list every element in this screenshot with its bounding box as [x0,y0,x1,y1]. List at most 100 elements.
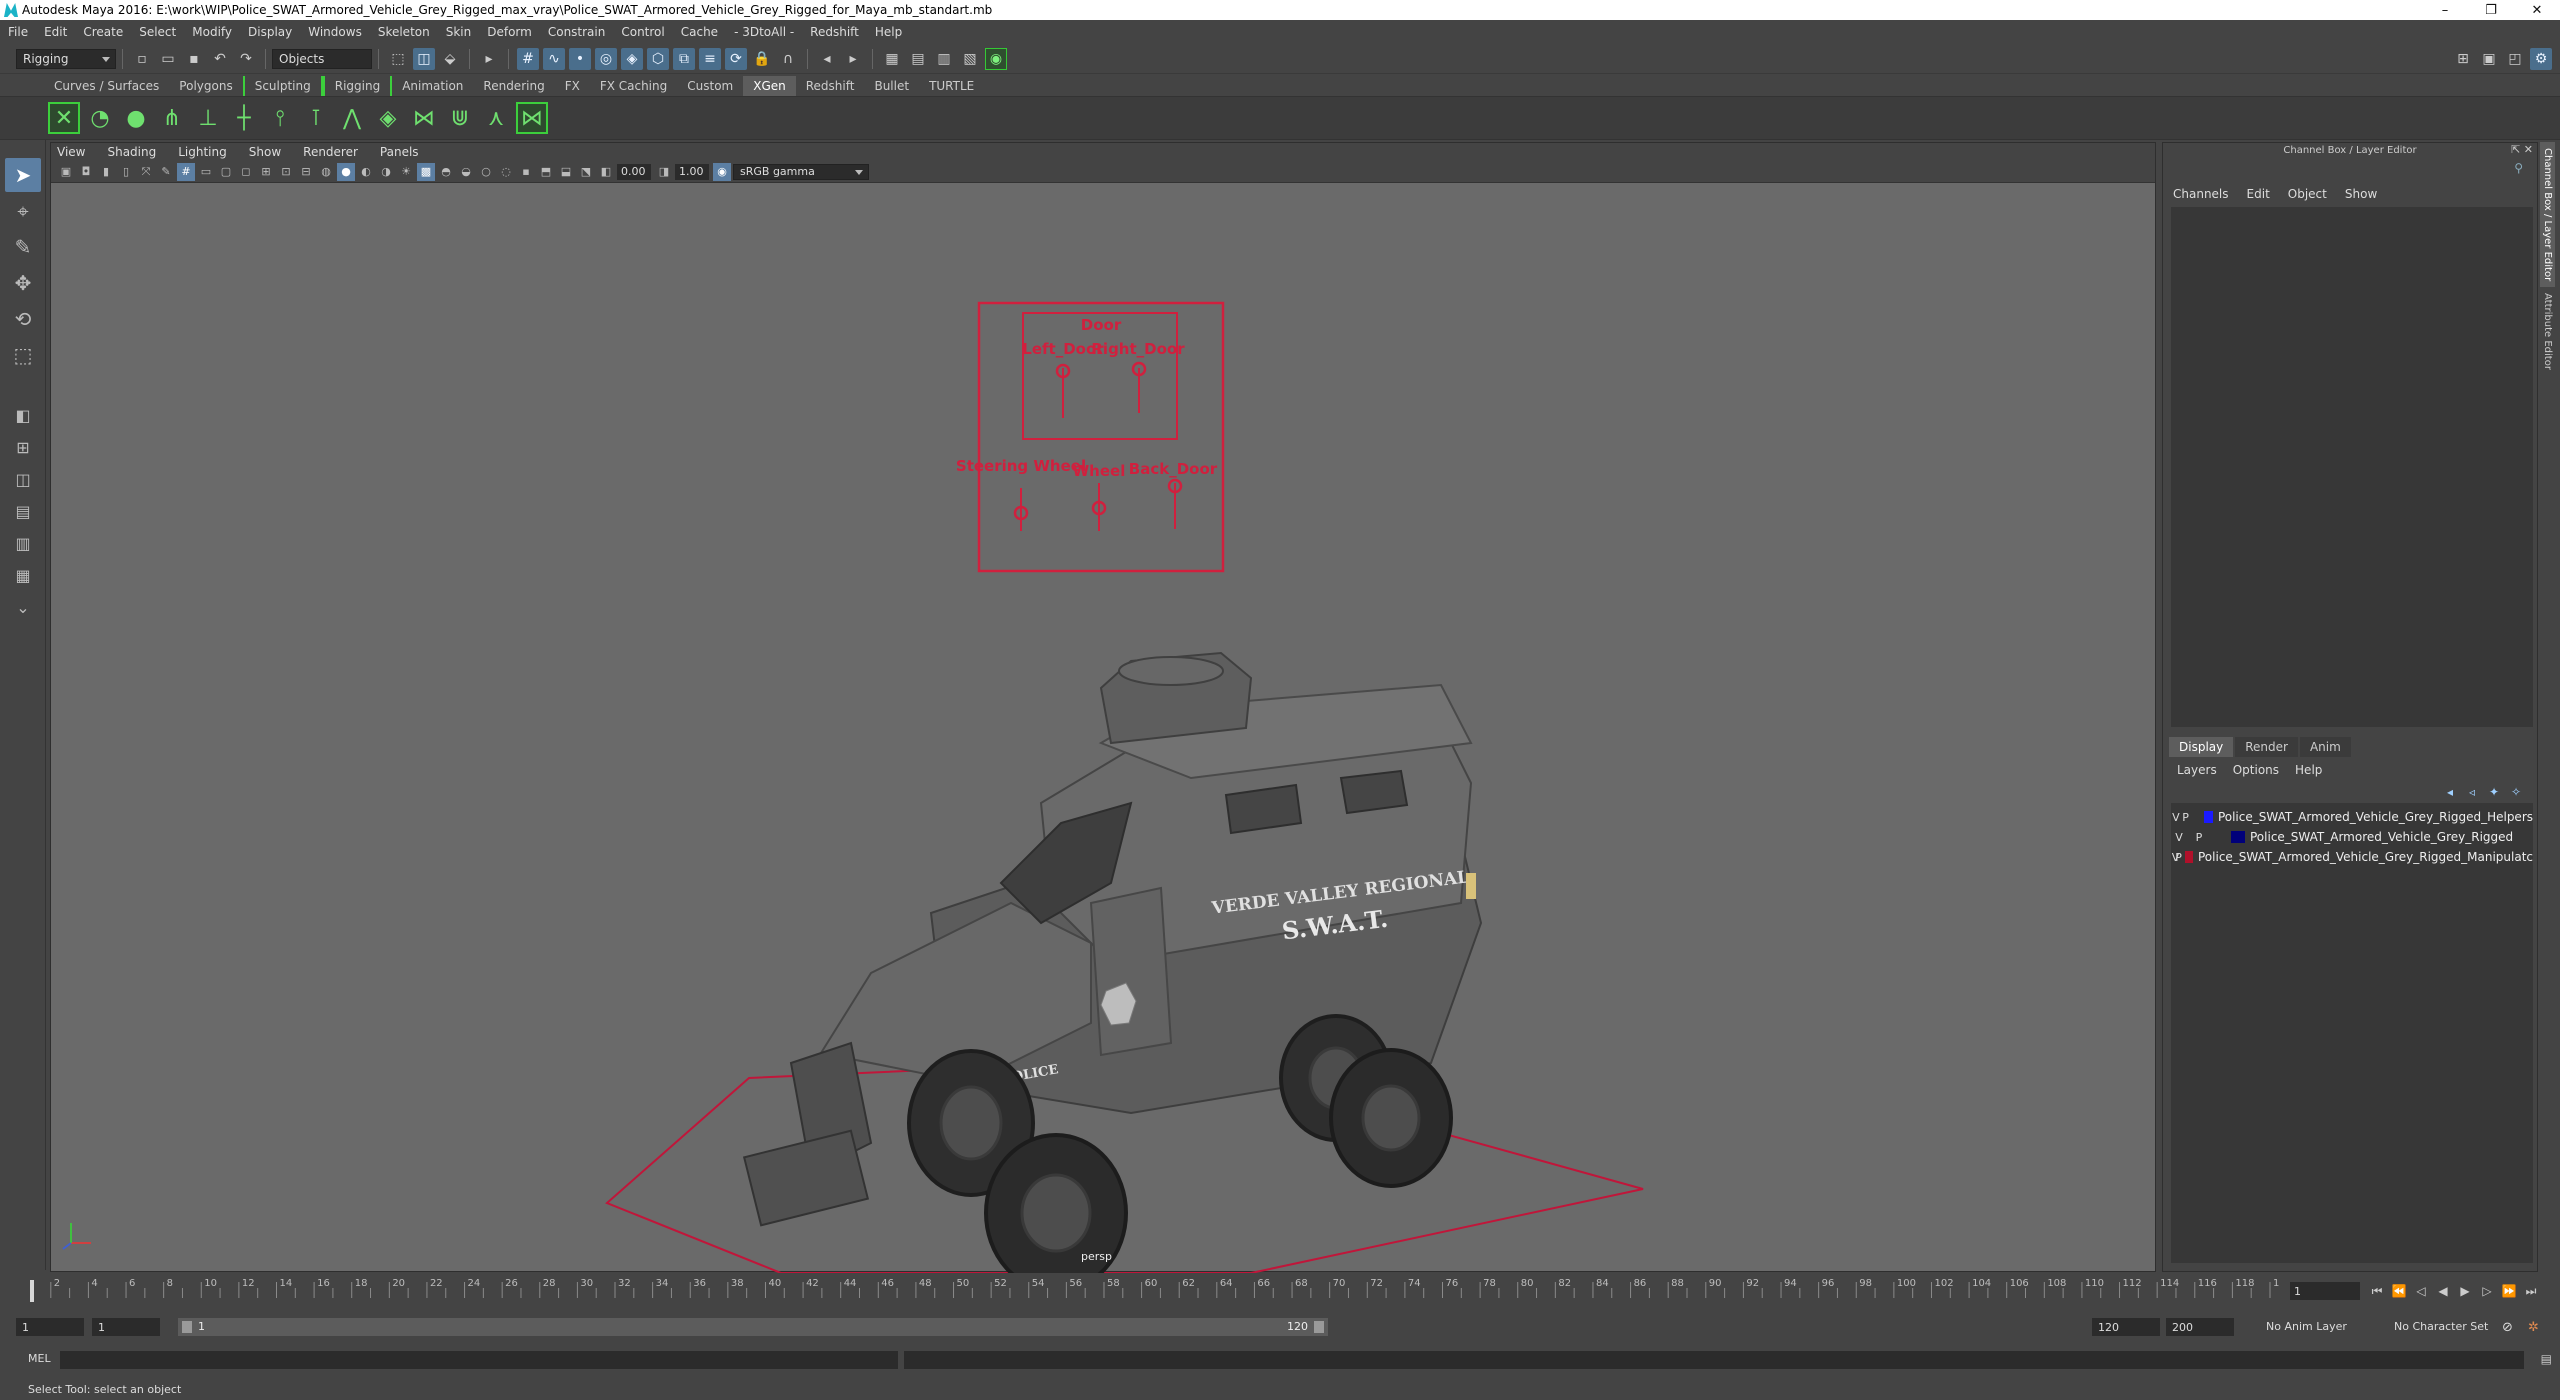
render-view-icon[interactable]: ▦ [881,48,903,70]
perspective-viewport[interactable]: View Shading Lighting Show Renderer Pane… [50,142,2156,1273]
step-back-key-icon[interactable]: ⏪ [2388,1280,2410,1302]
command-language-label[interactable]: MEL [28,1352,51,1365]
channel-list[interactable] [2171,207,2533,727]
lasso-tool-icon[interactable]: ⌖ [5,194,41,228]
bookmark-icon[interactable]: ▮ [97,163,115,181]
cb-menu-edit[interactable]: Edit [2247,187,2270,201]
open-scene-icon[interactable]: ▭ [157,48,179,70]
select-by-object-icon[interactable]: ◫ [413,47,435,70]
gate-mask-icon[interactable]: ◻ [237,163,255,181]
play-forwards-icon[interactable]: ▶ [2454,1280,2476,1302]
menu-modify[interactable]: Modify [192,25,232,39]
lock-selection-icon[interactable]: ▸ [478,48,500,70]
panel-menu-view[interactable]: View [57,145,85,159]
safe-title-icon[interactable]: ⊟ [297,163,315,181]
layer-menu-help[interactable]: Help [2295,763,2322,777]
menu-select[interactable]: Select [139,25,176,39]
field-chart-icon[interactable]: ⊞ [257,163,275,181]
layer-tab-anim[interactable]: Anim [2299,737,2351,757]
grease-pencil-icon[interactable]: ✎ [157,163,175,181]
layer-row-rigged[interactable]: V P Police_SWAT_Armored_Vehicle_Grey_Rig… [2171,827,2533,847]
layer-playback-toggle[interactable]: P [2191,831,2207,844]
xgen-preview-icon[interactable]: ⋏ [480,102,512,134]
menu-cache[interactable]: Cache [681,25,718,39]
two-pane-layout-icon[interactable]: ◫ [5,464,41,494]
menu-display[interactable]: Display [248,25,292,39]
magnet-icon[interactable]: ∩ [777,48,799,70]
close-button[interactable]: ✕ [2514,0,2560,20]
scale-tool-icon[interactable]: ⬚ [5,338,41,372]
shelf-tab-rigging[interactable]: Rigging [322,76,393,96]
modeling-toolkit-icon[interactable]: ⊞ [2452,48,2474,70]
shelf-tab-bullet[interactable]: Bullet [864,76,919,96]
menu-skin[interactable]: Skin [446,25,472,39]
shelf-tab-redshift[interactable]: Redshift [796,76,865,96]
script-editor-icon[interactable]: ▤ [2541,1352,2552,1366]
shelf-tab-turtle[interactable]: TURTLE [919,76,984,96]
single-perspective-layout-icon[interactable]: ◧ [5,400,41,430]
cb-menu-object[interactable]: Object [2288,187,2327,201]
side-tab-channel-box[interactable]: Channel Box / Layer Editor [2540,142,2555,288]
layout-options-icon[interactable]: ⌄ [5,592,41,622]
layer-tab-display[interactable]: Display [2169,737,2234,757]
menu-deform[interactable]: Deform [487,25,532,39]
gamma-field[interactable]: 1.00 [675,163,709,180]
xgen-rebuild-icon[interactable]: ⋈ [408,102,440,134]
snap-to-curve-icon[interactable]: ∿ [543,47,565,70]
depth-of-field-icon[interactable]: ◌ [497,163,515,181]
layer-color-swatch[interactable] [2185,851,2193,863]
xgen-sculpt-guides-icon[interactable]: ⫯ [264,102,296,134]
layer-playback-toggle[interactable]: P [2174,851,2183,864]
safe-action-icon[interactable]: ⊡ [277,163,295,181]
shelf-tab-polygons[interactable]: Polygons [169,76,242,96]
minimize-button[interactable]: – [2422,0,2468,20]
play-backwards-icon[interactable]: ◀ [2432,1280,2454,1302]
view-transform-dropdown[interactable]: sRGB gamma [733,163,869,180]
xgen-move-guides-icon[interactable]: ⊥ [192,102,224,134]
new-scene-icon[interactable]: ▫ [131,48,153,70]
paint-select-tool-icon[interactable]: ✎ [5,230,41,264]
image-plane-icon[interactable]: ▯ [117,163,135,181]
restore-button[interactable]: ❐ [2468,0,2514,20]
menu-set-dropdown[interactable]: Rigging [16,48,116,69]
render-settings-icon[interactable]: ▧ [959,48,981,70]
xgen-grass-icon[interactable]: ⋓ [444,102,476,134]
ipr-render-icon[interactable]: ▥ [933,48,955,70]
layer-color-swatch[interactable] [2204,811,2213,823]
range-slider-bar[interactable]: 1 120 [178,1318,1328,1336]
panel-menu-lighting[interactable]: Lighting [178,145,227,159]
rotate-tool-icon[interactable]: ⟲ [5,302,41,336]
range-start-handle[interactable] [182,1321,192,1333]
grid-icon[interactable]: # [177,162,195,181]
time-slider[interactable]: 2 4 6 8 10 12 14 16 18 20 22 24 26 28 30 32 34 36 38 40 42 44… [20,1276,2280,1306]
expand-icon[interactable]: ▸ [842,48,864,70]
layer-tab-render[interactable]: Render [2235,737,2298,757]
xgen-groom-icon[interactable]: ● [120,102,152,134]
xgen-layers-icon[interactable]: ◈ [372,102,404,134]
layer-menu-options[interactable]: Options [2233,763,2279,777]
snap-to-view-plane-icon[interactable]: ◈ [621,47,643,70]
2d-pan-zoom-icon[interactable]: ⤧ [137,163,155,181]
shelf-tab-sculpting[interactable]: Sculpting [242,76,323,96]
menu-edit[interactable]: Edit [44,25,67,39]
layer-playback-toggle[interactable]: P [2181,811,2191,824]
xgen-create-description-icon[interactable]: ◔ [84,102,116,134]
channel-box-toggle-icon[interactable]: ⚙ [2530,48,2552,70]
shelf-tab-fx[interactable]: FX [555,76,590,96]
xgen-editor-icon[interactable]: ✕ [48,102,80,134]
current-frame-field[interactable]: 1 [2290,1282,2360,1300]
shelf-tab-rendering[interactable]: Rendering [473,76,554,96]
menu-3dtoall[interactable]: - 3DtoAll - [734,25,794,39]
select-by-component-icon[interactable]: ⬙ [439,48,461,70]
menu-constrain[interactable]: Constrain [548,25,606,39]
undo-icon[interactable]: ↶ [209,48,231,70]
select-tool-icon[interactable]: ➤ [5,158,41,192]
anim-preferences-icon[interactable]: ✲ [2528,1320,2539,1335]
shelf-tab-custom[interactable]: Custom [677,76,743,96]
outliner-layout-icon[interactable]: ▤ [5,496,41,526]
go-to-start-icon[interactable]: ⏮ [2366,1280,2388,1302]
select-by-hierarchy-icon[interactable]: ⬚ [387,48,409,70]
wireframe-on-shaded-icon[interactable]: ◐ [357,163,375,181]
hypershade-icon[interactable]: ◉ [985,47,1007,70]
four-view-layout-icon[interactable]: ⊞ [5,432,41,462]
